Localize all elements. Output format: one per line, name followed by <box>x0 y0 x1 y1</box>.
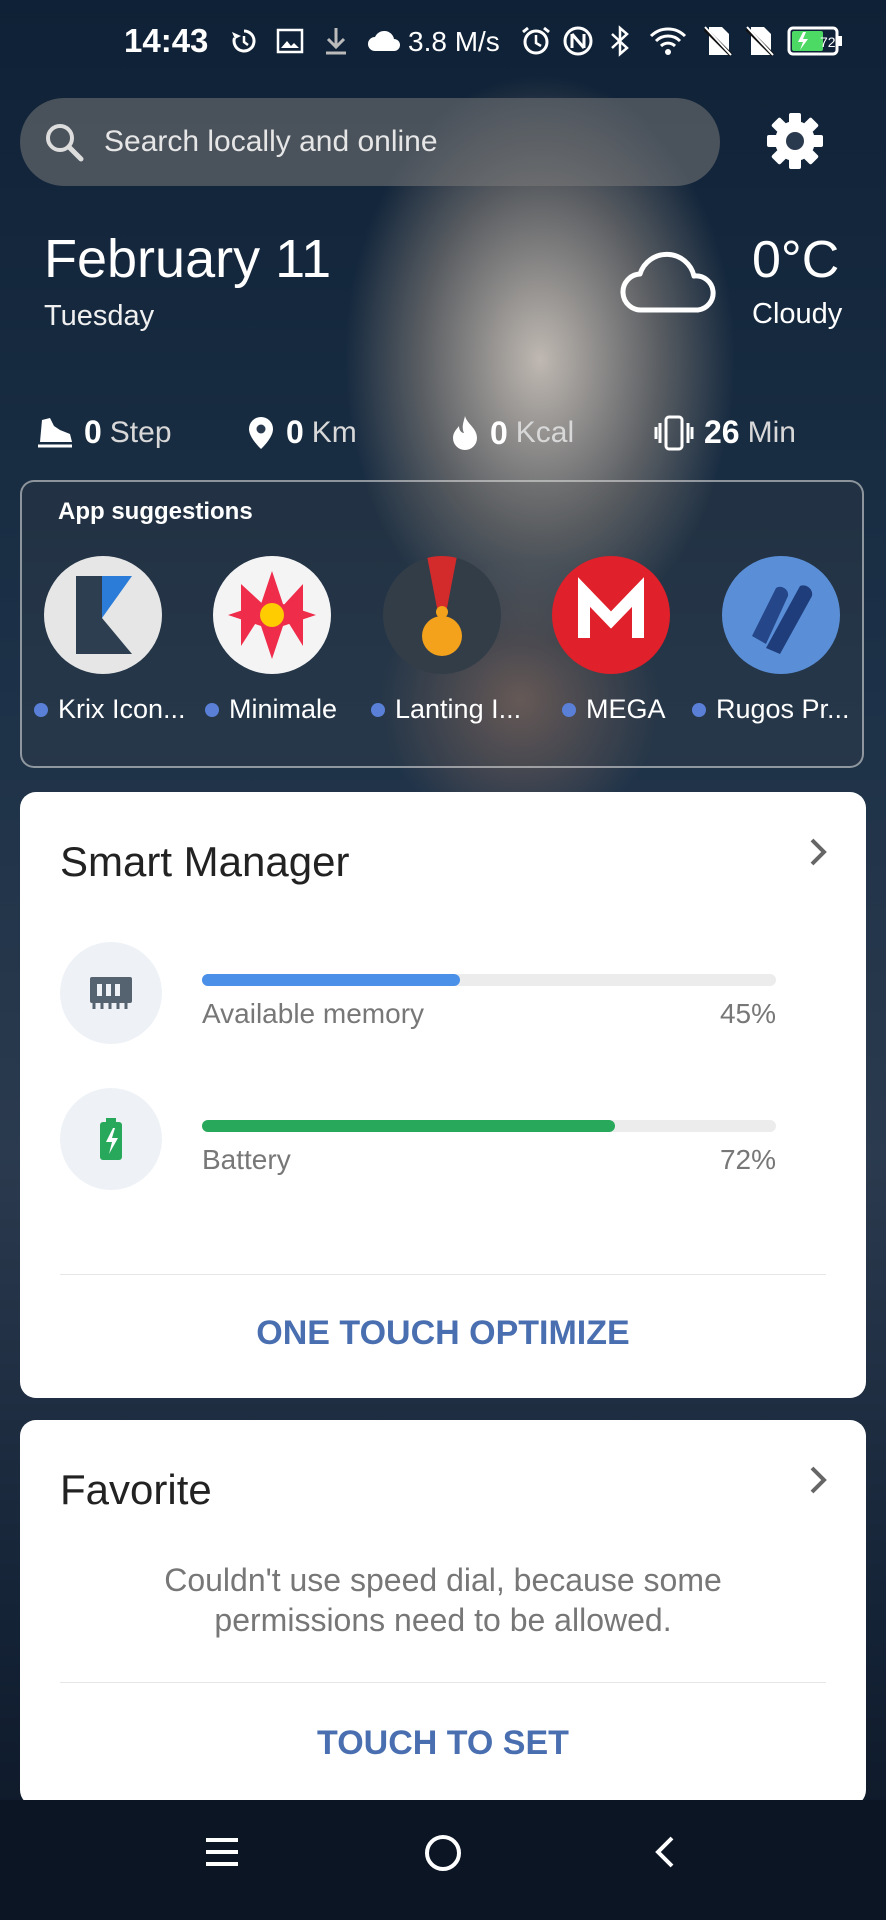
alarm-icon <box>518 24 554 58</box>
chevron-right-icon[interactable] <box>804 832 834 882</box>
favorite-title[interactable]: Favorite <box>60 1466 212 1514</box>
battery-percent: 72% <box>719 1144 776 1175</box>
favorite-card: Favorite Couldn't use speed dial, becaus… <box>20 1420 866 1806</box>
minimale-app-icon <box>213 556 331 674</box>
nfc-icon <box>560 24 596 58</box>
stat-value: 0 <box>286 414 304 450</box>
app-label: Lanting I... <box>371 694 551 725</box>
weather-condition: Cloudy <box>752 298 843 330</box>
search-icon <box>42 120 86 164</box>
smart-manager-card: Smart Manager Available memory 45% Batte… <box>20 792 866 1398</box>
weekday-text: Tuesday <box>44 300 155 332</box>
new-dot <box>562 702 576 717</box>
divider <box>60 1682 826 1683</box>
app-suggestion-mega[interactable]: MEGA <box>528 556 698 746</box>
app-suggestion-rugos[interactable]: Rugos Pr... <box>692 556 868 746</box>
battery-charging-icon <box>60 1088 162 1190</box>
app-label: Krix Icon... <box>34 694 214 725</box>
mega-app-icon <box>552 556 670 674</box>
memory-bar-fill <box>202 974 461 986</box>
no-sim-icon <box>742 24 778 58</box>
app-suggestion-minimale[interactable]: Minimale <box>189 556 359 746</box>
status-bar: 14:43 3.8 M/s 72 <box>0 0 886 80</box>
krix-app-icon <box>44 556 162 674</box>
memory-icon <box>60 942 162 1044</box>
battery-label: Battery <box>202 1144 291 1175</box>
app-suggestions-title: App suggestions <box>58 498 253 525</box>
location-pin-icon <box>246 415 276 451</box>
memory-percent: 45% <box>719 998 776 1029</box>
phone-vibrate-icon <box>654 415 694 451</box>
stat-steps[interactable]: 0 Step <box>36 414 172 451</box>
wifi-icon <box>646 24 690 58</box>
stat-unit: Km <box>311 415 357 449</box>
touch-to-set-button[interactable]: TOUCH TO SET <box>20 1724 866 1763</box>
app-label: Rugos Pr... <box>692 694 872 725</box>
new-dot <box>205 702 219 717</box>
battery-level-text: 72 <box>820 34 836 50</box>
temperature[interactable]: 0°C <box>752 230 839 290</box>
back-icon[interactable] <box>650 1832 680 1877</box>
battery-bar-fill <box>202 1120 616 1132</box>
cloud-icon <box>620 240 720 321</box>
memory-bar <box>202 974 776 986</box>
no-sim-icon <box>700 24 736 58</box>
app-suggestion-lanting[interactable]: Lanting I... <box>359 556 529 746</box>
app-label: Minimale <box>205 694 385 725</box>
divider <box>60 1274 826 1275</box>
stat-unit: Step <box>109 415 172 449</box>
download-icon <box>320 24 352 58</box>
stat-value: 0 <box>490 414 508 451</box>
favorite-message: Couldn't use speed dial, because some pe… <box>164 1562 722 1638</box>
stat-value: 0 <box>84 414 102 450</box>
smart-manager-title[interactable]: Smart Manager <box>60 838 349 886</box>
new-dot <box>371 702 385 717</box>
net-speed: 3.8 M/s <box>408 26 500 57</box>
rugos-app-icon <box>722 556 840 674</box>
battery-bar <box>202 1120 776 1132</box>
home-icon[interactable] <box>422 1832 464 1879</box>
settings-gear-icon[interactable] <box>764 110 826 172</box>
image-icon <box>274 24 306 58</box>
battery-icon: 72 <box>786 24 844 58</box>
new-dot <box>34 702 48 717</box>
date-text[interactable]: February 11 <box>44 228 331 290</box>
stat-unit: Kcal <box>515 416 575 449</box>
stat-distance[interactable]: 0 Km <box>246 414 357 451</box>
lanting-app-icon <box>383 556 501 674</box>
app-suggestion-krix[interactable]: Krix Icon... <box>20 556 190 746</box>
search-bar[interactable]: Search locally and online <box>20 98 720 186</box>
stat-calories[interactable]: 0 Kcal <box>450 414 574 452</box>
search-placeholder: Search locally and online <box>104 125 438 158</box>
stat-unit: Min <box>747 415 796 449</box>
memory-label: Available memory <box>202 998 425 1029</box>
cloud-icon <box>366 24 402 58</box>
one-touch-optimize-button[interactable]: ONE TOUCH OPTIMIZE <box>20 1314 866 1353</box>
bluetooth-icon <box>604 24 636 58</box>
navigation-bar <box>0 1800 886 1920</box>
stat-value: 26 <box>704 414 740 450</box>
sync-icon <box>228 24 260 58</box>
chevron-right-icon[interactable] <box>804 1460 834 1510</box>
status-time: 14:43 <box>124 22 209 59</box>
flame-icon <box>450 414 480 452</box>
new-dot <box>692 702 706 717</box>
menu-icon[interactable] <box>202 1832 242 1877</box>
shoe-icon <box>36 416 74 450</box>
stat-screen-time[interactable]: 26 Min <box>654 414 796 451</box>
